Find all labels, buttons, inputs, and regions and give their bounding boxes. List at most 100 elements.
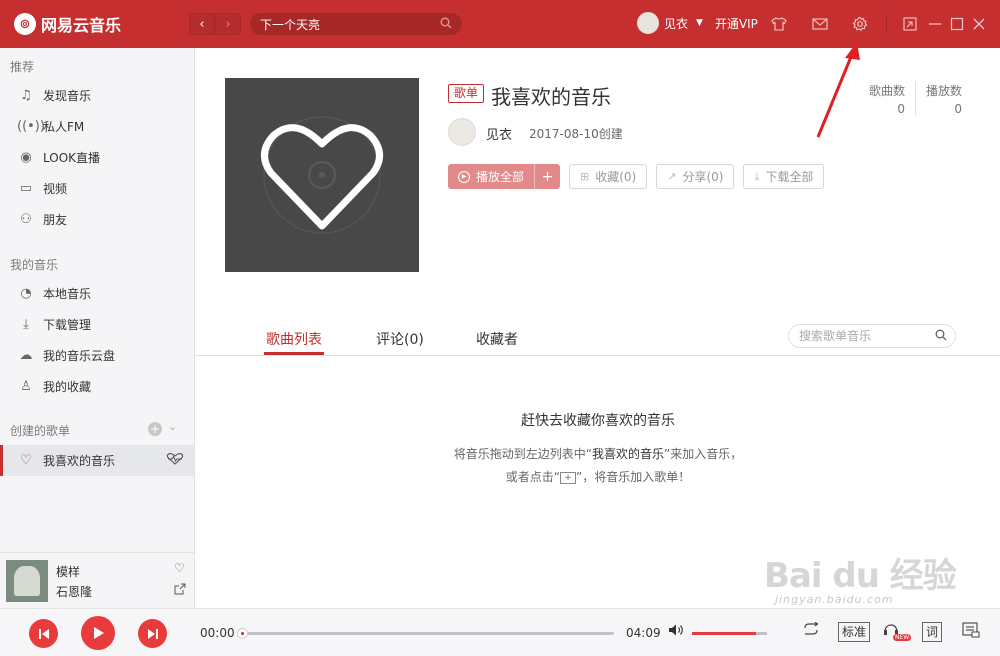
playlist-tabs: 歌曲列表 评论(0) 收藏者	[196, 323, 1000, 356]
download-icon: ⤓	[23, 317, 29, 332]
music-note-icon: ♫	[20, 88, 32, 103]
chevron-down-icon[interactable]: ⌄	[168, 420, 177, 433]
player-bar: 00:00 04:09 标准 NEW 词	[0, 608, 1000, 656]
close-icon[interactable]	[968, 13, 990, 35]
heartbeat-mode-icon[interactable]	[166, 452, 184, 469]
tab-song-list[interactable]: 歌曲列表	[266, 329, 322, 349]
app-logo[interactable]: ⊚ 网易云音乐	[14, 12, 121, 36]
sidebar-item-downloads[interactable]: ⤓ 下载管理	[0, 309, 194, 340]
sidebar-item-label: LOOK直播	[43, 151, 101, 165]
play-count-stat: 播放数 0	[914, 82, 962, 116]
maximize-icon[interactable]	[946, 13, 968, 35]
play-icon	[94, 627, 104, 639]
titlebar-divider	[886, 14, 887, 34]
sidebar-item-label: 发现音乐	[43, 89, 92, 103]
vip-link[interactable]: 开通VIP	[715, 15, 758, 32]
song-count-value: 0	[897, 102, 905, 116]
share-icon[interactable]	[174, 583, 186, 598]
volume-icon[interactable]	[668, 623, 684, 641]
share-button[interactable]: ↗ 分享(0)	[656, 164, 735, 189]
share-label: 分享(0)	[682, 170, 724, 184]
creator-avatar[interactable]	[448, 118, 476, 146]
watermark-url: jingyan.baidu.com	[775, 593, 894, 606]
progress-bar[interactable]	[237, 628, 614, 639]
skin-icon[interactable]	[768, 13, 790, 35]
title-bar: ⊚ 网易云音乐 ‹ › 见衣 ▼ 开通VIP	[0, 0, 1000, 48]
sidebar-item-label: 我的音乐云盘	[43, 349, 116, 363]
settings-icon[interactable]	[849, 13, 871, 35]
playlist-stats: 歌曲数 0 播放数 0	[859, 82, 962, 116]
sidebar-item-fm[interactable]: ((•)) 私人FM	[0, 111, 194, 142]
forward-button[interactable]: ›	[215, 13, 241, 35]
user-menu[interactable]: 见衣 ▼ 开通VIP	[637, 12, 758, 34]
empty-state-hint-2: 或者点击“ + ”，将音乐加入歌单！	[196, 468, 1000, 485]
caret-down-icon[interactable]: ▼	[696, 18, 703, 28]
sidebar-item-label: 朋友	[43, 213, 68, 227]
sidebar-item-live[interactable]: ◉ LOOK直播	[0, 142, 194, 173]
now-playing-artist[interactable]: 石恩隆	[56, 583, 92, 600]
album-cover[interactable]	[6, 560, 48, 602]
now-playing-panel[interactable]: 模样 石恩隆 ♡	[0, 552, 194, 608]
sidebar-item-video[interactable]: ▭ 视频	[0, 173, 194, 204]
play-all-button[interactable]: ▶ 播放全部	[448, 164, 535, 189]
folder-add-icon: ⊞	[580, 170, 590, 183]
sidebar-item-collection[interactable]: ♙ 我的收藏	[0, 371, 194, 402]
folder-add-icon: +	[560, 471, 576, 484]
hint-playlist-name: 我喜欢的音乐	[591, 447, 664, 461]
sidebar-item-local-music[interactable]: ◔ 本地音乐	[0, 278, 194, 309]
lyrics-button[interactable]: 词	[922, 622, 942, 642]
tab-subscribers[interactable]: 收藏者	[476, 329, 518, 349]
search-input[interactable]	[260, 17, 430, 31]
sidebar-item-label: 下载管理	[43, 318, 92, 332]
mail-icon[interactable]	[809, 13, 831, 35]
play-count-value: 0	[954, 102, 962, 116]
new-badge: NEW	[893, 634, 912, 641]
sidebar-item-liked-music[interactable]: ♡ 我喜欢的音乐	[0, 445, 194, 476]
empty-state-title: 赶快去收藏你喜欢的音乐	[521, 413, 675, 429]
minimize-icon[interactable]	[924, 13, 946, 35]
play-button[interactable]	[81, 616, 115, 650]
sidebar-item-discover[interactable]: ♫ 发现音乐	[0, 80, 194, 111]
loop-mode-icon[interactable]	[802, 621, 820, 640]
previous-button[interactable]	[29, 619, 58, 648]
previous-icon	[38, 628, 49, 639]
sidebar-item-cloud[interactable]: ☁ 我的音乐云盘	[0, 340, 194, 371]
add-playlist-icon[interactable]: +	[148, 422, 162, 436]
history-nav: ‹ ›	[189, 13, 241, 35]
tab-comments[interactable]: 评论(0)	[376, 329, 424, 349]
playlist-search	[788, 324, 956, 348]
collection-icon: ♙	[20, 379, 32, 394]
back-button[interactable]: ‹	[189, 13, 215, 35]
now-playing-title[interactable]: 模样	[56, 563, 80, 580]
avatar[interactable]	[637, 12, 659, 34]
video-icon: ▭	[19, 181, 33, 196]
local-music-icon: ◔	[20, 286, 32, 301]
like-icon[interactable]: ♡	[174, 561, 185, 575]
progress-handle[interactable]	[237, 628, 248, 639]
playlist-search-input[interactable]	[799, 329, 929, 343]
hint-text: 将音乐拖动到左边列表中“	[453, 447, 592, 461]
creator-name[interactable]: 见衣	[486, 124, 512, 143]
playlist-queue-icon[interactable]	[962, 622, 980, 642]
section-recommend: 推荐	[10, 60, 35, 74]
collect-button[interactable]: ⊞ 收藏(0)	[569, 164, 648, 189]
next-button[interactable]	[138, 619, 167, 648]
main-content: 歌单 我喜欢的音乐 见衣 2017-08-10创建 歌曲数 0 播放数 0 ▶ …	[196, 48, 1000, 608]
sidebar-item-label: 我的收藏	[43, 380, 92, 394]
playlist-title: 我喜欢的音乐	[491, 85, 611, 109]
add-all-to-queue-button[interactable]: +	[534, 164, 561, 189]
empty-state-hint-1: 将音乐拖动到左边列表中“我喜欢的音乐”来加入音乐，	[196, 445, 1000, 462]
section-my-music: 我的音乐	[10, 258, 59, 272]
volume-slider[interactable]	[692, 632, 767, 635]
quality-button[interactable]: 标准	[838, 622, 871, 642]
mini-mode-icon[interactable]	[899, 13, 921, 35]
created-date: 2017-08-10创建	[529, 127, 623, 141]
share-icon: ↗	[667, 170, 677, 183]
sidebar-item-friends[interactable]: ⚇ 朋友	[0, 204, 194, 235]
search-icon[interactable]	[935, 329, 947, 344]
playlist-cover	[225, 78, 419, 272]
user-name[interactable]: 见衣	[664, 15, 688, 32]
download-all-button[interactable]: ⤓ 下载全部	[743, 164, 825, 189]
volume-level	[692, 632, 756, 635]
search-icon[interactable]	[440, 17, 452, 32]
